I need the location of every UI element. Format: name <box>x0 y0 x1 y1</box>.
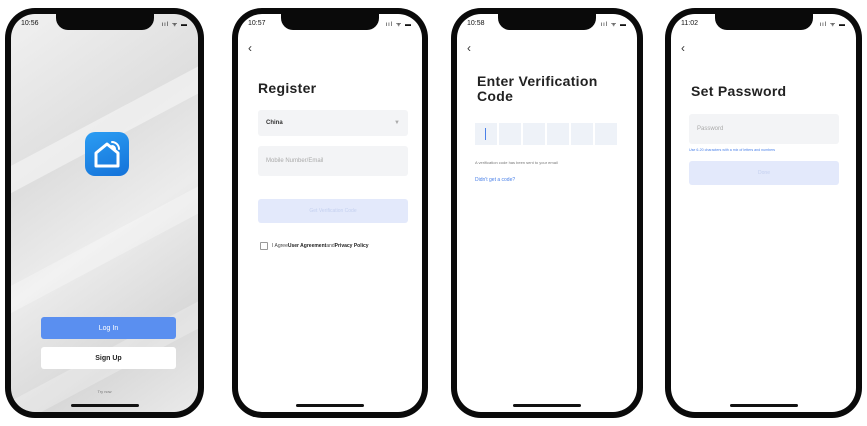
back-chevron-icon[interactable]: ‹ <box>248 42 252 54</box>
code-digit-4[interactable] <box>547 123 569 145</box>
code-input-row[interactable] <box>475 123 617 145</box>
login-button[interactable]: Log In <box>41 317 176 339</box>
page-title: Register <box>258 80 317 96</box>
background-streak <box>11 39 198 203</box>
status-icons: ııl ᯤ ▬ <box>161 22 188 28</box>
country-value: China <box>266 120 283 126</box>
agreement-and: and <box>326 243 335 249</box>
back-chevron-icon[interactable]: ‹ <box>467 42 471 54</box>
phone-frame-set-password: 11:02 ııl ᯤ ▬ ‹ Set Password Password Us… <box>665 8 862 418</box>
signup-button[interactable]: Sign Up <box>41 347 176 369</box>
password-input[interactable]: Password <box>689 114 839 144</box>
status-time: 10:56 <box>21 20 39 27</box>
notch <box>498 14 596 30</box>
status-time: 11:02 <box>681 20 698 27</box>
home-wifi-icon <box>94 141 120 168</box>
country-select[interactable]: China ▼ <box>258 110 408 136</box>
user-agreement-link[interactable]: User Agreement <box>288 243 326 249</box>
phone-frame-register: 10:57 ııl ᯤ ▬ ‹ Register China ▼ Mobile … <box>232 8 428 418</box>
agree-checkbox[interactable] <box>260 242 268 250</box>
verification-screen: 10:58 ııl ᯤ ▬ ‹ Enter Verification Code … <box>457 14 637 412</box>
home-indicator <box>296 404 364 407</box>
code-sent-note: A verification code has been sent to you… <box>475 160 558 165</box>
app-logo <box>85 132 129 176</box>
get-code-button[interactable]: Get Verification Code <box>258 199 408 223</box>
home-indicator <box>513 404 581 407</box>
privacy-policy-link[interactable]: Privacy Policy <box>335 243 369 249</box>
home-indicator <box>70 404 139 407</box>
mobile-email-input[interactable]: Mobile Number/Email <box>258 146 408 176</box>
home-indicator <box>729 404 798 407</box>
page-title: Set Password <box>691 83 787 99</box>
notch <box>55 14 154 30</box>
code-digit-6[interactable] <box>595 123 617 145</box>
phone-frame-welcome: 10:56 ııl ᯤ ▬ Log In Sign Up Try now <box>5 8 204 418</box>
notch <box>714 14 813 30</box>
status-icons: ııl ᯤ ▬ <box>385 22 412 28</box>
status-time: 10:58 <box>467 20 485 27</box>
notch <box>281 14 379 30</box>
back-chevron-icon[interactable]: ‹ <box>681 42 685 54</box>
code-digit-3[interactable] <box>523 123 545 145</box>
status-icons: ııl ᯤ ▬ <box>600 22 627 28</box>
status-icons: ııl ᯤ ▬ <box>819 22 846 28</box>
title-line-1: Enter Verification <box>477 73 598 89</box>
done-button[interactable]: Done <box>689 161 839 185</box>
title-line-2: Code <box>477 87 514 104</box>
code-digit-1[interactable] <box>475 123 497 145</box>
background-streak <box>11 159 198 323</box>
resend-code-link[interactable]: Didn't get a code? <box>475 177 515 183</box>
register-screen: 10:57 ııl ᯤ ▬ ‹ Register China ▼ Mobile … <box>238 14 422 412</box>
code-digit-5[interactable] <box>571 123 593 145</box>
page-title: Enter Verification Code <box>477 74 598 103</box>
agreement-row: I AgreeUser AgreementandPrivacy Policy <box>260 242 369 250</box>
try-now-link[interactable]: Try now <box>11 389 198 394</box>
chevron-down-icon: ▼ <box>394 120 400 126</box>
code-digit-2[interactable] <box>499 123 521 145</box>
password-hint: Use 6-20 characters with a mix of letter… <box>689 148 776 152</box>
phone-frame-verification: 10:58 ııl ᯤ ▬ ‹ Enter Verification Code … <box>451 8 643 418</box>
set-password-screen: 11:02 ııl ᯤ ▬ ‹ Set Password Password Us… <box>671 14 856 412</box>
status-time: 10:57 <box>248 20 266 27</box>
agreement-prefix: I Agree <box>272 243 288 249</box>
welcome-screen: 10:56 ııl ᯤ ▬ Log In Sign Up Try now <box>11 14 198 412</box>
